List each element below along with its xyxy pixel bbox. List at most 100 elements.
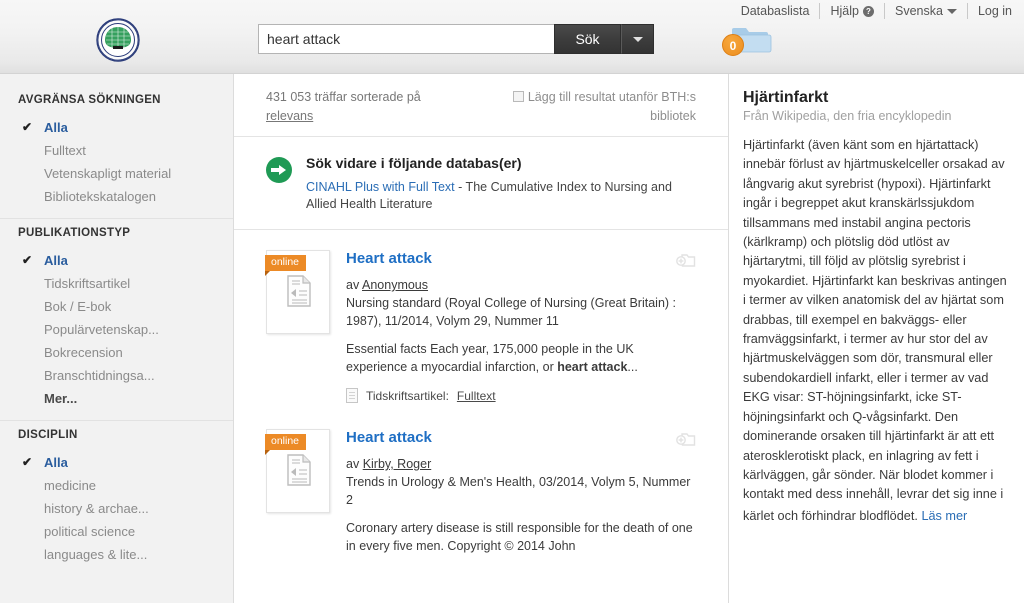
facet-item-label: Mer... xyxy=(44,391,78,406)
facet-group-title: DISCIPLIN xyxy=(18,429,78,441)
facet-item-vetenskapligt-material[interactable]: Vetenskapligt material xyxy=(0,162,233,185)
facet-item-label: Bibliotekskatalogen xyxy=(44,189,157,204)
facet-item-label: Branschtidningsa... xyxy=(44,368,155,383)
nav-link-hjalp-label: Hjälp xyxy=(830,4,859,18)
result-source: Nursing standard (Royal College of Nursi… xyxy=(346,296,676,328)
result-author-link[interactable]: Anonymous xyxy=(362,278,428,292)
facet-item-label: Alla xyxy=(44,253,68,268)
facet-item-label: Fulltext xyxy=(44,143,86,158)
wikipedia-info-panel: Hjärtinfarkt Från Wikipedia, den fria en… xyxy=(729,74,1023,603)
results-header: 431 053 träffar sorterade på relevans Lä… xyxy=(234,74,728,137)
result-item: online Heart attack xyxy=(234,230,728,409)
result-snippet-pre: Coronary artery disease is still respons… xyxy=(346,521,693,553)
read-more-link[interactable]: Läs mer xyxy=(921,507,967,526)
facet-item-alla-avgransa[interactable]: ✔ Alla xyxy=(0,116,233,139)
facet-item-political-science[interactable]: political science xyxy=(0,520,233,543)
arrow-right-circle-icon xyxy=(266,157,292,183)
check-icon: ✔ xyxy=(22,455,33,469)
add-to-folder-button[interactable] xyxy=(676,252,696,269)
bth-library-logo[interactable] xyxy=(96,18,140,62)
facet-item-label: Bok / E-bok xyxy=(44,299,112,314)
facet-item-label: Tidskriftsartikel xyxy=(44,276,131,291)
sort-link[interactable]: relevans xyxy=(266,109,313,123)
info-panel-subtitle: Från Wikipedia, den fria encyklopedin xyxy=(743,109,952,123)
results-count: 431 053 träffar sorterade på relevans xyxy=(266,88,456,126)
document-icon xyxy=(287,454,311,486)
facet-group-title: AVGRÄNSA SÖKNINGEN xyxy=(18,94,161,106)
facet-item-branschtidningsartikel[interactable]: Branschtidningsa... xyxy=(0,364,233,387)
nav-link-login-label: Log in xyxy=(977,4,1012,18)
search-bar: Sök xyxy=(258,24,654,54)
result-metadata: av Anonymous Nursing standard (Royal Col… xyxy=(346,276,696,330)
results-column: 431 053 träffar sorterade på relevans Lä… xyxy=(234,74,729,603)
facet-item-history-archaeology[interactable]: history & archae... xyxy=(0,497,233,520)
facet-item-bok-ebok[interactable]: Bok / E-bok xyxy=(0,295,233,318)
help-badge-icon: ? xyxy=(862,5,874,17)
search-input[interactable] xyxy=(258,24,554,54)
add-to-folder-icon xyxy=(676,433,696,446)
facet-item-bibliotekskatalogen[interactable]: Bibliotekskatalogen xyxy=(0,185,233,208)
online-ribbon-badge: online xyxy=(265,255,307,276)
nav-link-language-label: Svenska xyxy=(894,4,943,18)
facet-item-medicine[interactable]: medicine xyxy=(0,474,233,497)
outside-library-label: Lägg till resultat utanför BTH:s bibliot… xyxy=(527,90,696,123)
online-ribbon-badge: online xyxy=(265,434,307,455)
page-header: Databaslista Hjälp ? Svenska Log in hear… xyxy=(0,0,1024,74)
folder-button[interactable]: 0 xyxy=(722,22,772,58)
result-thumbnail: online xyxy=(265,429,330,513)
nav-link-language[interactable]: Svenska xyxy=(885,3,968,19)
chevron-down-icon xyxy=(632,36,643,42)
add-to-folder-button[interactable] xyxy=(676,431,696,448)
facet-item-label: Alla xyxy=(44,455,68,470)
result-author-prefix: av xyxy=(346,457,363,471)
folder-count-badge: 0 xyxy=(722,34,744,56)
result-metadata: av Kirby, Roger Trends in Urology & Men'… xyxy=(346,455,696,509)
info-panel-body: Hjärtinfarkt (även känt som en hjärtatta… xyxy=(743,136,1007,526)
result-author-prefix: av xyxy=(346,278,362,292)
facet-item-label: medicine xyxy=(44,478,97,493)
database-suggestion-desc: CINAHL Plus with Full Text - The Cumulat… xyxy=(306,179,696,213)
facet-item-alla-disciplin[interactable]: ✔ Alla xyxy=(0,451,233,474)
result-snippet: Essential facts Each year, 175,000 peopl… xyxy=(346,340,696,376)
result-body: Heart attack av Anonymous Nursing standa… xyxy=(346,250,696,403)
result-thumbnail: online xyxy=(265,250,330,334)
chevron-down-icon xyxy=(946,8,957,14)
nav-link-databaslista[interactable]: Databaslista xyxy=(731,3,821,19)
facet-item-languages-literature[interactable]: languages & lite... xyxy=(0,543,233,566)
facet-group-disciplin: DISCIPLIN ✔ Alla medicine history & arch… xyxy=(0,421,233,576)
facet-item-label: political science xyxy=(44,524,136,539)
database-suggestion-title: Sök vidare i följande databas(er) xyxy=(306,155,522,171)
document-icon xyxy=(287,275,311,307)
facet-item-bokrecension[interactable]: Bokrecension xyxy=(0,341,233,364)
nav-link-databaslista-label: Databaslista xyxy=(740,4,810,18)
result-source: Trends in Urology & Men's Health, 03/201… xyxy=(346,475,691,507)
database-link-cinahl[interactable]: CINAHL Plus with Full Text xyxy=(306,180,455,194)
facet-item-tidskriftsartikel[interactable]: Tidskriftsartikel xyxy=(0,272,233,295)
search-options-dropdown[interactable] xyxy=(621,24,654,54)
facet-item-label: languages & lite... xyxy=(44,547,148,562)
result-title-link[interactable]: Heart attack xyxy=(346,429,696,447)
mini-document-icon xyxy=(346,388,358,403)
result-format-label: Tidskriftsartikel: xyxy=(366,388,449,403)
info-panel-body-text: Hjärtinfarkt (även känt som en hjärtatta… xyxy=(743,138,1007,523)
facet-sidebar: AVGRÄNSA SÖKNINGEN ✔ Alla Fulltext Veten… xyxy=(0,74,234,603)
facet-item-mer[interactable]: Mer... xyxy=(0,387,233,410)
top-navigation: Databaslista Hjälp ? Svenska Log in xyxy=(731,0,1018,22)
facet-item-fulltext[interactable]: Fulltext xyxy=(0,139,233,162)
main-content: AVGRÄNSA SÖKNINGEN ✔ Alla Fulltext Veten… xyxy=(0,74,1024,603)
result-title-link[interactable]: Heart attack xyxy=(346,250,696,268)
result-author-link[interactable]: Kirby, Roger xyxy=(363,457,432,471)
facet-item-label: Vetenskapligt material xyxy=(44,166,172,181)
facet-item-popularvetenskap[interactable]: Populärvetenskap... xyxy=(0,318,233,341)
facet-item-alla-publikationstyp[interactable]: ✔ Alla xyxy=(0,249,233,272)
facet-group-avgransa: AVGRÄNSA SÖKNINGEN ✔ Alla Fulltext Veten… xyxy=(0,86,233,219)
nav-link-login[interactable]: Log in xyxy=(968,3,1018,19)
outside-library-checkbox[interactable] xyxy=(512,91,524,102)
result-item: online Heart attack xyxy=(234,409,728,573)
result-fulltext-link[interactable]: Fulltext xyxy=(457,389,496,403)
facet-item-label: Populärvetenskap... xyxy=(44,322,159,337)
outside-library-option[interactable]: Lägg till resultat utanför BTH:s bibliot… xyxy=(496,88,696,126)
database-suggestion: Sök vidare i följande databas(er) CINAHL… xyxy=(234,137,728,230)
nav-link-hjalp[interactable]: Hjälp ? xyxy=(820,3,885,19)
search-button[interactable]: Sök xyxy=(554,24,621,54)
